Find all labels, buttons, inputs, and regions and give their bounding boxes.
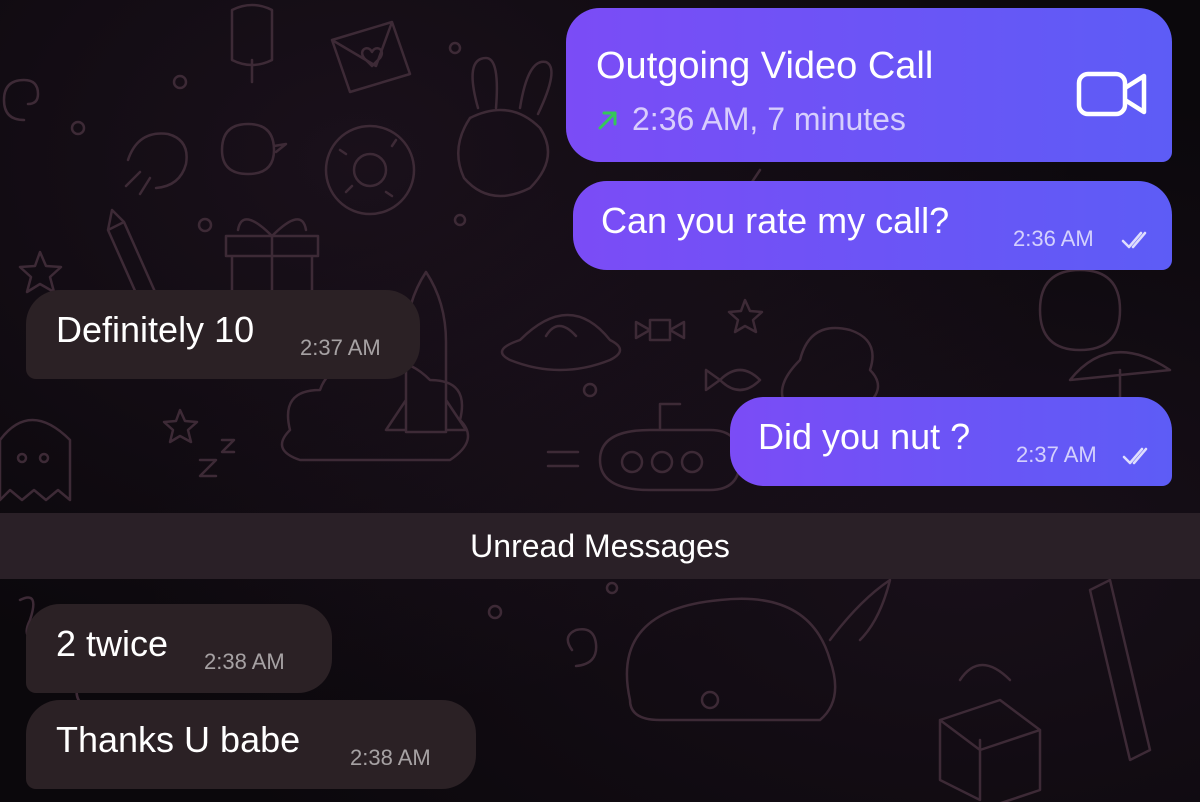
message-bubble-outgoing[interactable]: Did you nut ? 2:37 AM bbox=[730, 397, 1172, 486]
chat-area[interactable]: Outgoing Video Call 2:36 AM, 7 minutes C… bbox=[0, 0, 1200, 802]
read-checkmarks-icon bbox=[1122, 447, 1148, 465]
message-text: Can you rate my call? bbox=[601, 200, 950, 241]
message-text: Definitely 10 bbox=[56, 309, 255, 350]
call-detail: 2:36 AM, 7 minutes bbox=[632, 101, 906, 137]
message-bubble-incoming[interactable]: Thanks U babe 2:38 AM bbox=[26, 700, 476, 789]
message-bubble-outgoing[interactable]: Can you rate my call? 2:36 AM bbox=[573, 181, 1172, 270]
outgoing-call-bubble[interactable]: Outgoing Video Call 2:36 AM, 7 minutes bbox=[566, 8, 1172, 162]
message-bubble-incoming[interactable]: 2 twice 2:38 AM bbox=[26, 604, 332, 693]
unread-messages-label: Unread Messages bbox=[470, 528, 730, 564]
message-text: Did you nut ? bbox=[758, 416, 971, 457]
call-title: Outgoing Video Call bbox=[596, 45, 934, 87]
outgoing-arrow-icon bbox=[598, 111, 617, 130]
message-time: 2:36 AM bbox=[1013, 226, 1094, 251]
message-time: 2:38 AM bbox=[204, 649, 285, 674]
read-checkmarks-icon bbox=[1121, 231, 1147, 249]
video-camera-icon[interactable] bbox=[1076, 70, 1148, 118]
message-text: 2 twice bbox=[56, 623, 169, 664]
unread-messages-divider: Unread Messages bbox=[0, 513, 1200, 579]
message-text: Thanks U babe bbox=[56, 719, 301, 760]
message-time: 2:37 AM bbox=[1016, 442, 1097, 467]
message-bubble-incoming[interactable]: Definitely 10 2:37 AM bbox=[26, 290, 420, 379]
message-time: 2:37 AM bbox=[300, 335, 381, 360]
message-time: 2:38 AM bbox=[350, 745, 431, 770]
